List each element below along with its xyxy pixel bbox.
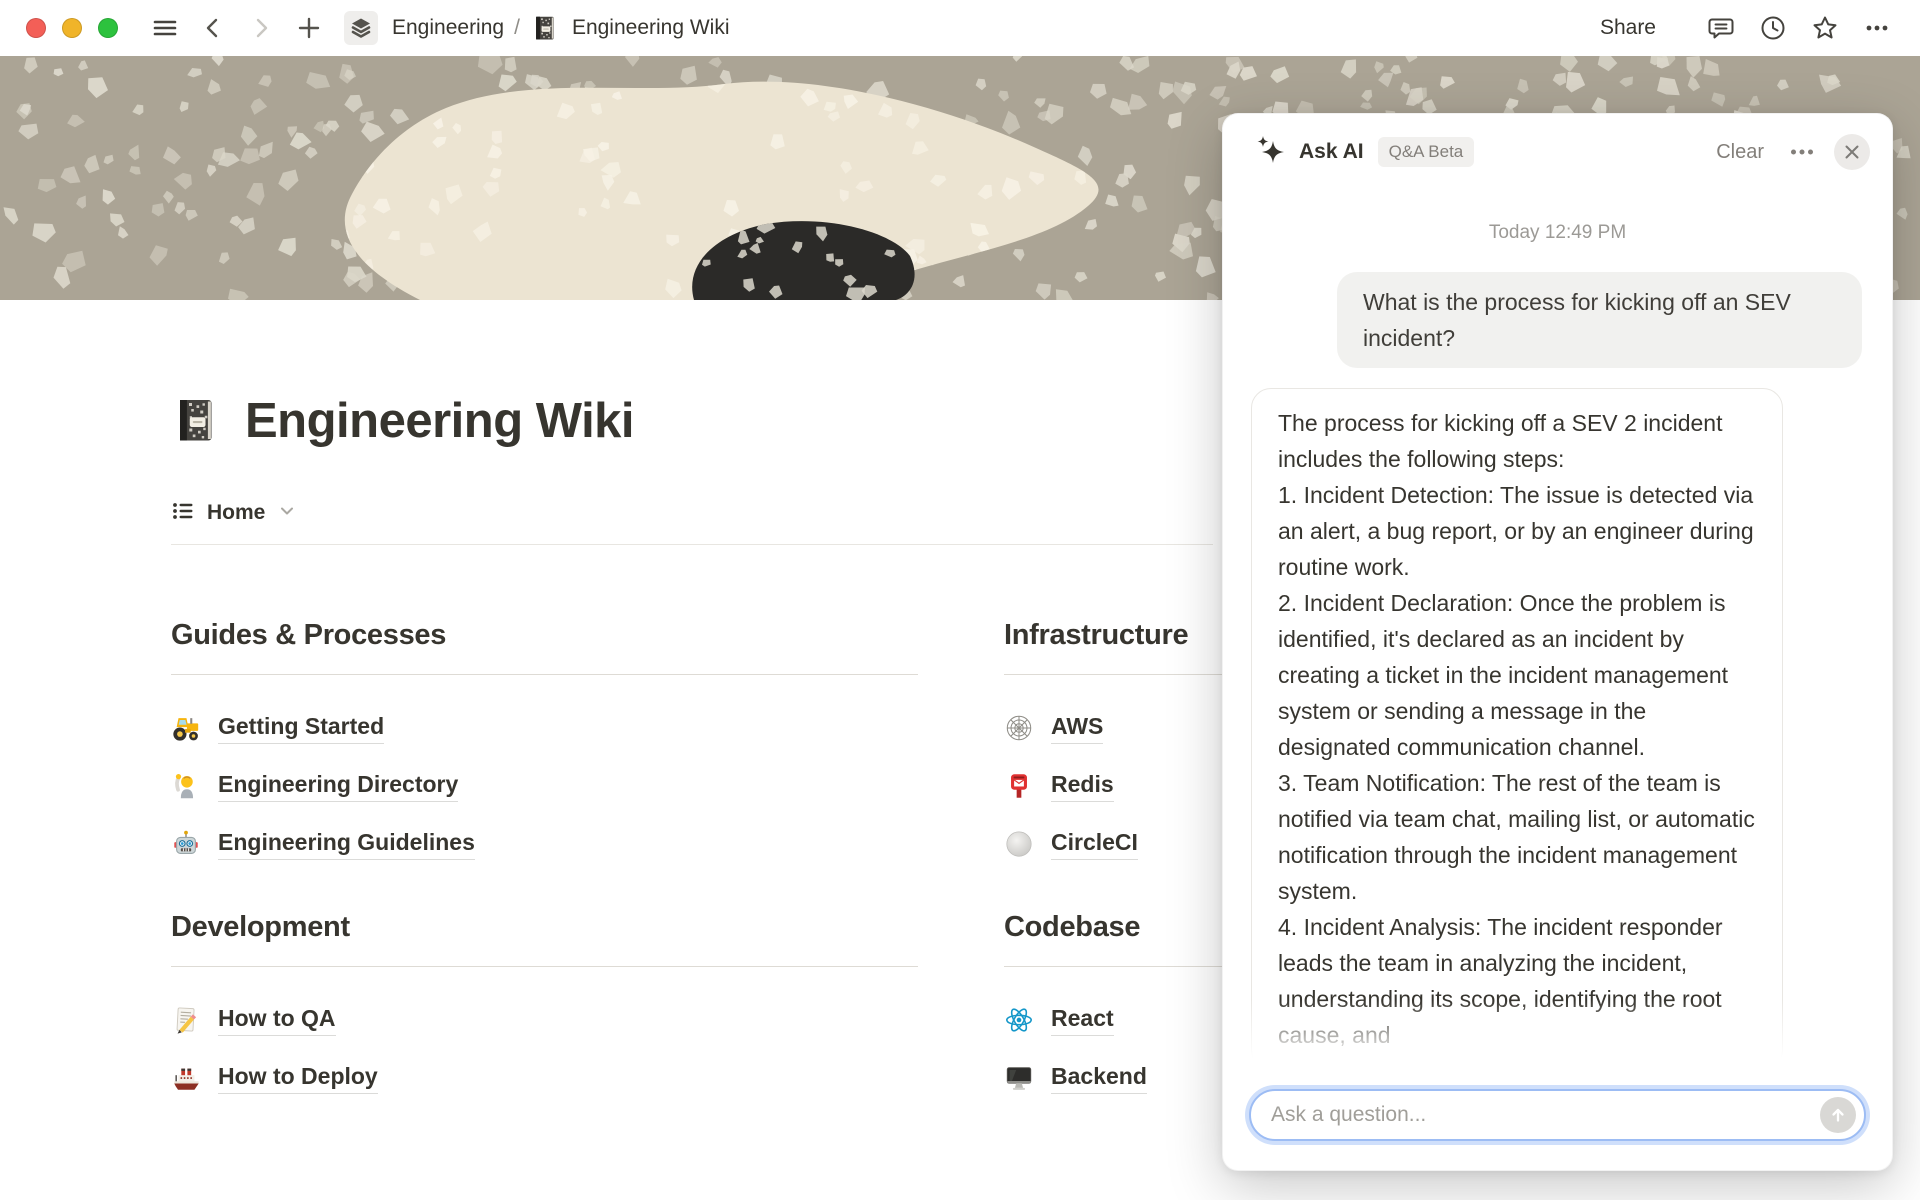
memo-pencil-icon [171, 1005, 201, 1035]
page-link[interactable]: Getting Started [218, 713, 384, 744]
ask-ai-title: Ask AI [1299, 140, 1364, 164]
page-link[interactable]: AWS [1051, 713, 1103, 744]
page-link[interactable]: How to Deploy [218, 1063, 378, 1094]
breadcrumb-separator: / [514, 16, 520, 40]
page-link[interactable]: How to QA [218, 1005, 336, 1036]
sparkle-icon [1253, 133, 1287, 172]
gray-circle-icon [1004, 829, 1034, 859]
close-icon[interactable] [1834, 134, 1870, 170]
window-close-button[interactable] [26, 18, 46, 38]
breadcrumb-current[interactable]: Engineering Wiki [572, 16, 730, 40]
clear-button[interactable]: Clear [1716, 141, 1764, 164]
page-link[interactable]: CircleCI [1051, 829, 1138, 860]
question-input-pill [1249, 1089, 1866, 1141]
section-development: Development How to QA [171, 911, 918, 1107]
forward-icon[interactable] [244, 11, 278, 45]
ai-answer-bubble: The process for kicking off a SEV 2 inci… [1251, 388, 1783, 1070]
page-title: Engineering Wiki [245, 393, 634, 449]
page-link[interactable]: Backend [1051, 1063, 1147, 1094]
list-item[interactable]: How to Deploy [171, 1049, 918, 1107]
chat-transcript[interactable]: Today 12:49 PM What is the process for k… [1223, 190, 1892, 1078]
ask-ai-header: Ask AI Q&A Beta Clear [1223, 114, 1892, 190]
layers-icon[interactable] [344, 11, 378, 45]
section-guides-processes: Guides & Processes Getting Started [171, 619, 918, 873]
more-options-icon[interactable] [1788, 138, 1816, 166]
divider [171, 674, 918, 675]
postbox-icon [1004, 771, 1034, 801]
desktop-computer-icon [1004, 1063, 1034, 1093]
more-options-icon[interactable] [1860, 11, 1894, 45]
window-zoom-button[interactable] [98, 18, 118, 38]
section-heading: Guides & Processes [171, 619, 918, 652]
user-question-bubble: What is the process for kicking off an S… [1337, 272, 1862, 368]
page-link[interactable]: Engineering Guidelines [218, 829, 475, 860]
list-view-icon [171, 499, 195, 528]
react-atom-icon [1004, 1005, 1034, 1035]
person-raising-hand-icon [171, 771, 201, 801]
spider-web-icon [1004, 713, 1034, 743]
back-icon[interactable] [196, 11, 230, 45]
breadcrumb-parent[interactable]: Engineering [392, 16, 504, 40]
new-page-icon[interactable] [292, 11, 326, 45]
favorite-star-icon[interactable] [1808, 11, 1842, 45]
tractor-icon [171, 713, 201, 743]
section-heading: Development [171, 911, 918, 944]
page-link[interactable]: Engineering Directory [218, 771, 458, 802]
divider [171, 544, 1213, 545]
titlebar: Engineering / Engineering Wiki Share [0, 0, 1920, 56]
list-item[interactable]: How to QA [171, 991, 918, 1049]
robot-icon [171, 829, 201, 859]
hamburger-icon[interactable] [148, 11, 182, 45]
list-item[interactable]: Engineering Directory [171, 757, 918, 815]
comment-icon[interactable] [1704, 11, 1738, 45]
chat-date-header: Today 12:49 PM [1251, 222, 1864, 244]
ask-ai-panel: Ask AI Q&A Beta Clear Today 12:49 PM Wha… [1222, 113, 1893, 1171]
page-icon-notebook[interactable] [171, 397, 219, 445]
chevron-down-icon [277, 501, 297, 526]
ask-ai-footer [1223, 1089, 1892, 1170]
question-input[interactable] [1271, 1103, 1820, 1127]
view-label: Home [207, 501, 265, 525]
qa-beta-badge: Q&A Beta [1378, 137, 1475, 167]
send-button[interactable] [1820, 1097, 1856, 1133]
list-item[interactable]: Engineering Guidelines [171, 815, 918, 873]
page-link[interactable]: React [1051, 1005, 1114, 1036]
share-button[interactable]: Share [1600, 16, 1656, 40]
history-clock-icon[interactable] [1756, 11, 1790, 45]
ship-icon [171, 1063, 201, 1093]
notion-window: Engineering / Engineering Wiki Share [0, 0, 1920, 1200]
divider [171, 966, 918, 967]
window-minimize-button[interactable] [62, 18, 82, 38]
list-item[interactable]: Getting Started [171, 699, 918, 757]
notebook-icon [530, 11, 560, 45]
page-link[interactable]: Redis [1051, 771, 1114, 802]
